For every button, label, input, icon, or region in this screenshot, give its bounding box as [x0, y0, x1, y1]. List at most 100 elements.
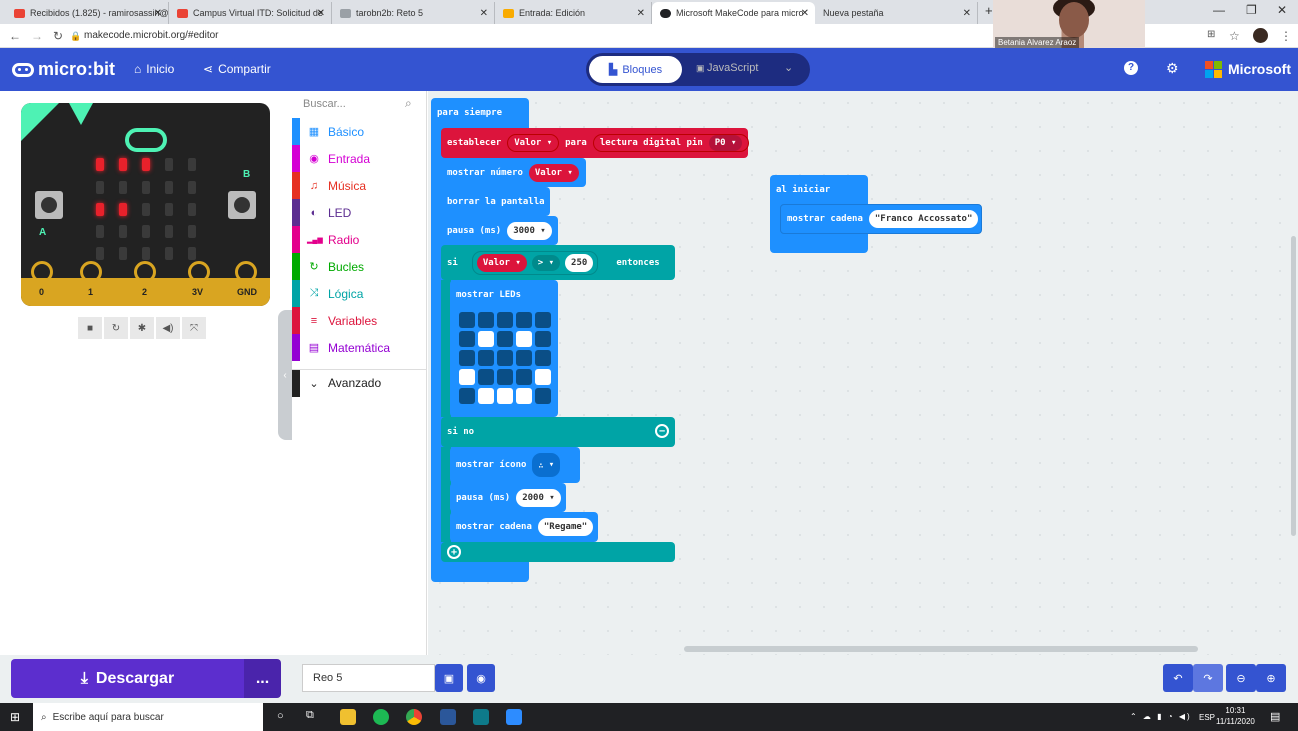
close-tab-icon[interactable]: ✕: [154, 8, 162, 19]
forward-icon[interactable]: →: [31, 29, 43, 43]
category-logic[interactable]: ⤨ Lógica: [292, 280, 427, 307]
project-name-input[interactable]: Reo 5: [302, 664, 435, 692]
sim-led-off[interactable]: [188, 203, 196, 216]
cortana-icon[interactable]: ○: [277, 710, 284, 722]
windows-start-icon[interactable]: ⊞: [10, 710, 20, 724]
new-tab-button[interactable]: +: [985, 3, 993, 18]
undo-button[interactable]: ↶: [1163, 664, 1193, 692]
sim-led-off[interactable]: [165, 247, 173, 260]
led-cell-off[interactable]: [478, 312, 494, 328]
restart-icon[interactable]: ↻: [104, 317, 128, 339]
sim-led-off[interactable]: [142, 181, 150, 194]
back-icon[interactable]: ←: [9, 29, 21, 43]
close-tab-icon[interactable]: ✕: [317, 8, 325, 19]
browser-tab[interactable]: Entrada: Edición ✕: [495, 2, 652, 24]
led-cell-off[interactable]: [459, 350, 475, 366]
sim-button-a[interactable]: [35, 191, 63, 219]
show-number-block[interactable]: mostrar número Valor ▾: [441, 158, 586, 187]
sim-led-off[interactable]: [142, 247, 150, 260]
led-cell-off[interactable]: [478, 369, 494, 385]
category-radio[interactable]: ▂▄▆ Radio: [292, 226, 427, 253]
collapse-simulator-button[interactable]: ‹: [278, 310, 292, 440]
pin-gnd-hole[interactable]: [235, 261, 257, 283]
led-cell-off[interactable]: [497, 312, 513, 328]
sim-led-off[interactable]: [188, 181, 196, 194]
minimize-icon[interactable]: —: [1213, 3, 1225, 17]
app-icon[interactable]: [473, 709, 489, 725]
bookmark-star-icon[interactable]: ☆: [1229, 29, 1240, 43]
led-cell-on[interactable]: [516, 331, 532, 347]
browser-tab[interactable]: Nueva pestaña ✕: [815, 2, 978, 24]
set-variable-block[interactable]: establecer Valor ▾ para lectura digital …: [441, 128, 750, 158]
led-cell-off[interactable]: [535, 331, 551, 347]
led-cell-on[interactable]: [459, 369, 475, 385]
settings-gear-icon[interactable]: ⚙: [1166, 60, 1179, 77]
notifications-icon[interactable]: ▤: [1270, 710, 1280, 723]
led-cell-off[interactable]: [459, 388, 475, 404]
sim-led-off[interactable]: [119, 247, 127, 260]
redo-button[interactable]: ↷: [1193, 664, 1223, 692]
task-view-icon[interactable]: ⧉: [306, 709, 314, 722]
share-button[interactable]: ⋖ Compartir: [203, 62, 271, 76]
led-cell-off[interactable]: [497, 331, 513, 347]
led-cell-on[interactable]: [497, 388, 513, 404]
sim-led-on[interactable]: [96, 158, 104, 171]
led-cell-off[interactable]: [497, 369, 513, 385]
remove-else-icon[interactable]: −: [655, 424, 669, 438]
category-advanced[interactable]: ⌄ Avanzado: [292, 369, 427, 397]
clear-screen-block[interactable]: borrar la pantalla: [441, 187, 550, 216]
toolbox-search-input[interactable]: Buscar...: [303, 98, 346, 110]
home-button[interactable]: ⌂ Inicio: [134, 62, 174, 76]
led-cell-off[interactable]: [535, 388, 551, 404]
taskbar-clock[interactable]: 10:31 11/11/2020: [1216, 705, 1255, 727]
system-tray-icons[interactable]: ⌃ ☁ ▮ ◔ ◀): [1130, 712, 1192, 721]
download-more-button[interactable]: ...: [244, 659, 281, 698]
led-cell-on[interactable]: [516, 388, 532, 404]
close-tab-icon[interactable]: ✕: [480, 8, 488, 19]
string-input[interactable]: "Regame": [537, 518, 594, 536]
sim-led-off[interactable]: [165, 158, 173, 171]
icon-dropdown[interactable]: ∴ ▾: [532, 453, 561, 477]
pin-3v-hole[interactable]: [188, 261, 210, 283]
github-button[interactable]: ◉: [467, 664, 495, 692]
category-basic[interactable]: ▦ Básico: [292, 118, 427, 145]
category-variables[interactable]: ≡ Variables: [292, 307, 427, 334]
fullscreen-icon[interactable]: ⤧: [182, 317, 206, 339]
sim-led-off[interactable]: [96, 225, 104, 238]
led-cell-off[interactable]: [459, 312, 475, 328]
menu-kebab-icon[interactable]: ⋮: [1280, 29, 1292, 43]
category-music[interactable]: ♫ Música: [292, 172, 427, 199]
category-input[interactable]: ◉ Entrada: [292, 145, 427, 172]
led-cell-off[interactable]: [478, 350, 494, 366]
led-cell-off[interactable]: [459, 331, 475, 347]
close-window-icon[interactable]: ✕: [1277, 3, 1287, 17]
browser-tab[interactable]: Campus Virtual ITD: Solicitud de ✕: [169, 2, 332, 24]
pin-dropdown[interactable]: P0 ▾: [708, 135, 743, 151]
spotify-icon[interactable]: [373, 709, 389, 725]
mute-icon[interactable]: ◀): [156, 317, 180, 339]
javascript-tab[interactable]: ▣ JavaScript: [696, 62, 758, 74]
maximize-icon[interactable]: ❐: [1246, 3, 1257, 17]
browser-tab[interactable]: tarobn2b: Reto 5 ✕: [332, 2, 495, 24]
stop-icon[interactable]: ■: [78, 317, 102, 339]
variable-dropdown[interactable]: Valor ▾: [507, 134, 560, 152]
browser-tab-active[interactable]: Microsoft MakeCode para micro ✕: [652, 2, 815, 24]
download-button[interactable]: ⤓ Descargar: [11, 659, 244, 698]
sim-led-off[interactable]: [96, 247, 104, 260]
compare-block[interactable]: Valor ▾ > ▾ 250: [471, 250, 599, 275]
blocks-workspace[interactable]: para siempre establecer Valor ▾ para lec…: [428, 91, 1298, 655]
word-icon[interactable]: [440, 709, 456, 725]
category-loops[interactable]: ↻ Bucles: [292, 253, 427, 280]
sim-led-off[interactable]: [142, 225, 150, 238]
help-icon[interactable]: ?: [1124, 61, 1138, 75]
variable-reporter[interactable]: Valor ▾: [476, 253, 527, 272]
sim-led-off[interactable]: [165, 225, 173, 238]
save-button[interactable]: ▣: [435, 664, 463, 692]
pause-block[interactable]: pausa (ms) 3000 ▾: [441, 216, 558, 245]
pause-value-dropdown[interactable]: 3000 ▾: [507, 221, 552, 240]
led-editor-grid[interactable]: [459, 312, 551, 404]
sim-led-on[interactable]: [142, 158, 150, 171]
debug-icon[interactable]: ✱: [130, 317, 154, 339]
sim-led-off[interactable]: [119, 225, 127, 238]
string-input[interactable]: "Franco Accossato": [868, 210, 979, 228]
